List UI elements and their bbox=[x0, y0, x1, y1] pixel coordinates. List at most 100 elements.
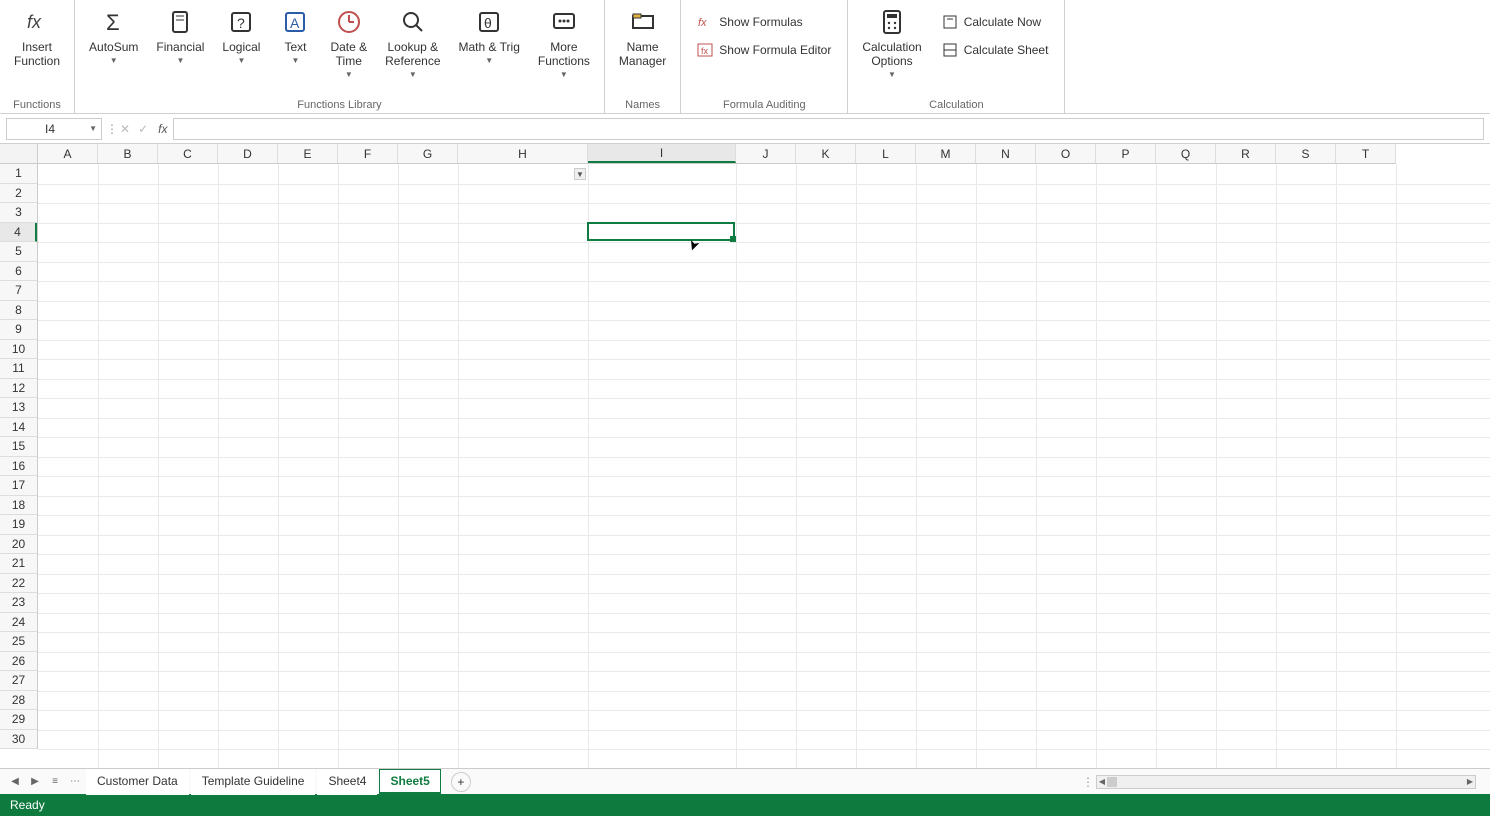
cancel-icon[interactable]: ✕ bbox=[118, 122, 132, 136]
column-header[interactable]: A bbox=[38, 144, 98, 163]
row-header[interactable]: 8 bbox=[0, 301, 37, 321]
filter-dropdown-icon[interactable]: ▼ bbox=[574, 168, 586, 180]
row-header[interactable]: 16 bbox=[0, 457, 37, 477]
tab-list-icon[interactable]: ≡ bbox=[46, 773, 64, 791]
chevron-down-icon: ▼ bbox=[89, 124, 97, 133]
column-header[interactable]: P bbox=[1096, 144, 1156, 163]
column-header[interactable]: G bbox=[398, 144, 458, 163]
row-header[interactable]: 15 bbox=[0, 437, 37, 457]
row-header[interactable]: 14 bbox=[0, 418, 37, 438]
column-header[interactable]: R bbox=[1216, 144, 1276, 163]
row-header[interactable]: 13 bbox=[0, 398, 37, 418]
row-header[interactable]: 24 bbox=[0, 613, 37, 633]
row-headers[interactable]: 1234567891011121314151617181920212223242… bbox=[0, 164, 38, 749]
show-formulas-icon: fx bbox=[697, 14, 713, 30]
tab-nav-next[interactable]: ▶ bbox=[26, 773, 44, 791]
select-all-corner[interactable] bbox=[0, 144, 38, 164]
row-header[interactable]: 30 bbox=[0, 730, 37, 750]
column-header[interactable]: I bbox=[588, 144, 736, 163]
column-header[interactable]: M bbox=[916, 144, 976, 163]
row-header[interactable]: 6 bbox=[0, 262, 37, 282]
column-header[interactable]: E bbox=[278, 144, 338, 163]
column-headers[interactable]: ABCDEFGHIJKLMNOPQRST bbox=[38, 144, 1396, 164]
sheet-tabs-bar: ◀ ▶ ≡ ⋯ Customer DataTemplate GuidelineS… bbox=[0, 768, 1490, 794]
row-header[interactable]: 27 bbox=[0, 671, 37, 691]
calculate-now-button[interactable]: Calculate Now bbox=[934, 10, 1057, 34]
fill-handle[interactable] bbox=[730, 236, 736, 242]
accept-icon[interactable]: ✓ bbox=[136, 122, 150, 136]
show-formula-editor-button[interactable]: fx Show Formula Editor bbox=[689, 38, 839, 62]
sheet-tab[interactable]: Template Guideline bbox=[191, 769, 316, 795]
date-time-button[interactable]: Date & Time ▼ bbox=[324, 2, 373, 79]
row-header[interactable]: 28 bbox=[0, 691, 37, 711]
column-header[interactable]: H bbox=[458, 144, 588, 163]
tab-nav-prev[interactable]: ◀ bbox=[6, 773, 24, 791]
row-header[interactable]: 12 bbox=[0, 379, 37, 399]
column-header[interactable]: C bbox=[158, 144, 218, 163]
divider: ⋮ bbox=[106, 122, 116, 136]
row-header[interactable]: 23 bbox=[0, 593, 37, 613]
scroll-right-icon[interactable]: ▶ bbox=[1464, 776, 1476, 788]
column-header[interactable]: N bbox=[976, 144, 1036, 163]
column-header[interactable]: S bbox=[1276, 144, 1336, 163]
add-sheet-button[interactable]: + bbox=[451, 772, 471, 792]
spreadsheet-grid[interactable]: ABCDEFGHIJKLMNOPQRST 1234567891011121314… bbox=[0, 144, 1490, 768]
row-header[interactable]: 5 bbox=[0, 242, 37, 262]
row-header[interactable]: 29 bbox=[0, 710, 37, 730]
clock-icon bbox=[333, 6, 365, 38]
row-header[interactable]: 25 bbox=[0, 632, 37, 652]
column-header[interactable]: Q bbox=[1156, 144, 1216, 163]
row-header[interactable]: 11 bbox=[0, 359, 37, 379]
logical-button[interactable]: ? Logical ▼ bbox=[216, 2, 266, 65]
row-header[interactable]: 3 bbox=[0, 203, 37, 223]
more-functions-button[interactable]: More Functions ▼ bbox=[532, 2, 596, 79]
row-header[interactable]: 10 bbox=[0, 340, 37, 360]
formula-input[interactable] bbox=[173, 118, 1484, 140]
sheet-tab[interactable]: Sheet4 bbox=[317, 769, 377, 795]
column-header[interactable]: B bbox=[98, 144, 158, 163]
sheet-tab[interactable]: Customer Data bbox=[86, 769, 189, 795]
show-formulas-button[interactable]: fx Show Formulas bbox=[689, 10, 839, 34]
row-header[interactable]: 26 bbox=[0, 652, 37, 672]
row-header[interactable]: 2 bbox=[0, 184, 37, 204]
row-header[interactable]: 19 bbox=[0, 515, 37, 535]
row-header[interactable]: 1 bbox=[0, 164, 37, 184]
sheet-tab[interactable]: Sheet5 bbox=[379, 769, 440, 795]
row-header[interactable]: 20 bbox=[0, 535, 37, 555]
chevron-down-icon: ▼ bbox=[291, 56, 299, 65]
column-header[interactable]: O bbox=[1036, 144, 1096, 163]
horizontal-scrollbar[interactable]: ◀ ▶ bbox=[1096, 775, 1476, 789]
row-header[interactable]: 17 bbox=[0, 476, 37, 496]
lookup-reference-button[interactable]: Lookup & Reference ▼ bbox=[379, 2, 446, 79]
column-header[interactable]: L bbox=[856, 144, 916, 163]
row-header[interactable]: 4 bbox=[0, 223, 37, 243]
name-manager-button[interactable]: Name Manager bbox=[613, 2, 672, 68]
column-header[interactable]: D bbox=[218, 144, 278, 163]
calculate-sheet-button[interactable]: Calculate Sheet bbox=[934, 38, 1057, 62]
row-header[interactable]: 22 bbox=[0, 574, 37, 594]
column-header[interactable]: K bbox=[796, 144, 856, 163]
group-formula-auditing: fx Show Formulas fx Show Formula Editor … bbox=[681, 0, 848, 113]
autosum-button[interactable]: Σ AutoSum ▼ bbox=[83, 2, 144, 65]
column-header[interactable]: F bbox=[338, 144, 398, 163]
group-functions-label: Functions bbox=[8, 96, 66, 113]
cells-area[interactable]: ▼➤ bbox=[38, 164, 1490, 768]
selected-cell[interactable] bbox=[587, 222, 735, 242]
name-box[interactable]: I4 ▼ bbox=[6, 118, 102, 140]
text-button[interactable]: A Text ▼ bbox=[272, 2, 318, 65]
financial-button[interactable]: Financial ▼ bbox=[150, 2, 210, 65]
row-header[interactable]: 18 bbox=[0, 496, 37, 516]
row-header[interactable]: 21 bbox=[0, 554, 37, 574]
group-functions: fx Insert Function Functions bbox=[0, 0, 75, 113]
math-trig-button[interactable]: θ Math & Trig ▼ bbox=[453, 2, 526, 65]
insert-function-button[interactable]: fx Insert Function bbox=[8, 2, 66, 68]
calculation-options-button[interactable]: Calculation Options ▼ bbox=[856, 2, 927, 79]
column-header[interactable]: J bbox=[736, 144, 796, 163]
scroll-thumb[interactable] bbox=[1107, 777, 1117, 787]
fx-label[interactable]: fx bbox=[152, 122, 173, 136]
tab-more-icon[interactable]: ⋯ bbox=[66, 773, 84, 791]
row-header[interactable]: 9 bbox=[0, 320, 37, 340]
row-header[interactable]: 7 bbox=[0, 281, 37, 301]
column-header[interactable]: T bbox=[1336, 144, 1396, 163]
chevron-down-icon: ▼ bbox=[888, 70, 896, 79]
